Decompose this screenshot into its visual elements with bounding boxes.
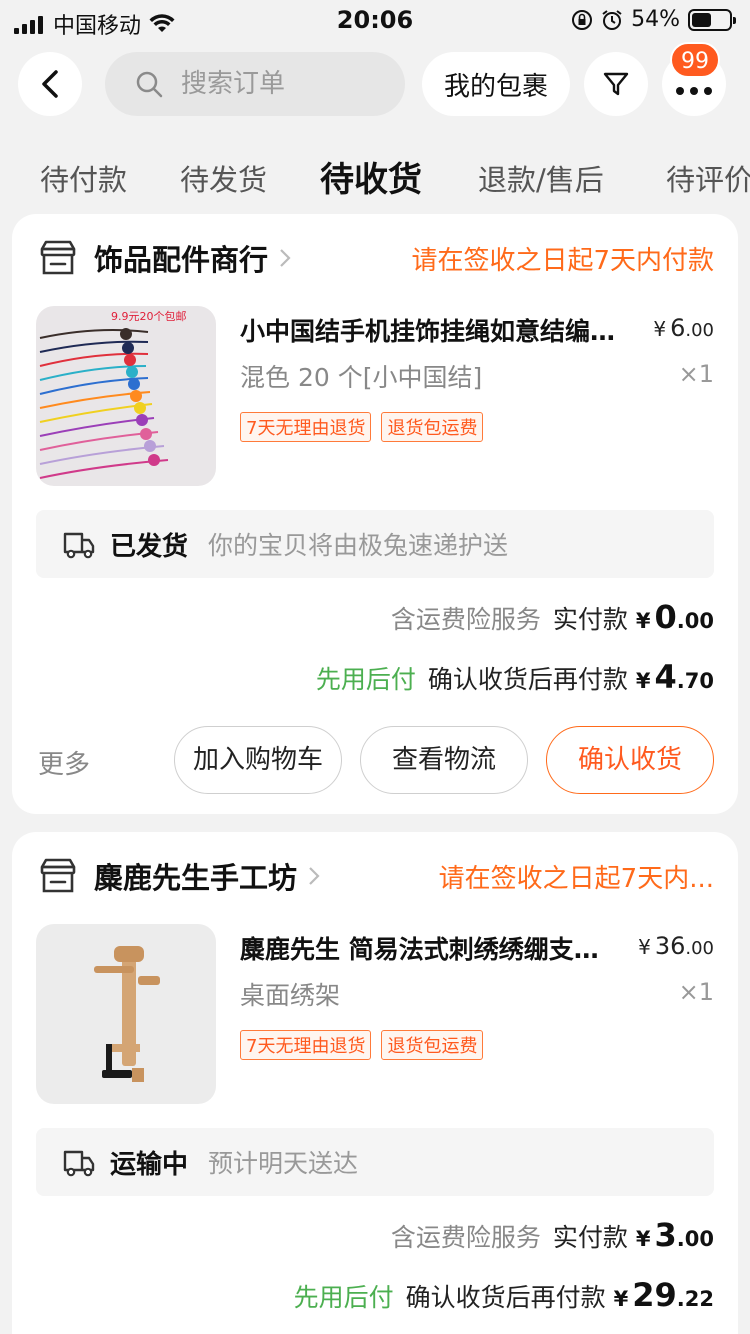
product-thumbnail[interactable] [36, 924, 216, 1104]
notification-badge: 99 [670, 42, 720, 78]
pay-later-line: 先用后付 确认收货后再付款 ¥29.22 [294, 1276, 714, 1314]
service-tags: 7天无理由退货 退货包运费 [240, 412, 484, 442]
tab-pending-review[interactable]: 待评价 [666, 150, 750, 210]
shop-icon [40, 858, 76, 893]
battery-icon [688, 8, 736, 31]
top-bar: 我的包裹 [0, 50, 750, 118]
tag-return-shipping: 退货包运费 [381, 1030, 484, 1060]
order-card: 麋鹿先生手工坊 请在签收之日起7天内... 麋鹿先生 简易法式刺绣绣绷支架桌面款… [12, 832, 738, 1334]
search-icon [136, 71, 163, 98]
product-spec: 混色 20 个[小中国结] [240, 363, 483, 392]
shipping-description: 你的宝贝将由极兔速递护送 [208, 531, 509, 560]
order-card: 饰品配件商行 请在签收之日起7天内付款 9.9元20个包邮 小中国结手机挂饰挂绳… [12, 214, 738, 814]
pay-later-label: 先用后付 [293, 1283, 394, 1312]
pay-later-description: 确认收货后再付款 [427, 665, 628, 694]
pay-later-line: 先用后付 确认收货后再付款 ¥4.70 [316, 658, 714, 696]
tab-refund-aftersale[interactable]: 退款/售后 [478, 150, 604, 210]
shop-name: 饰品配件商行 [94, 243, 269, 277]
confirm-receipt-button[interactable]: 确认收货 [546, 726, 714, 794]
order-tabs: 待付款 待发货 待收货 退款/售后 待评价 [0, 150, 750, 210]
thumbnail-caption: 9.9元20个包邮 [111, 310, 187, 323]
chevron-left-icon [42, 70, 58, 98]
shop-name: 麋鹿先生手工坊 [94, 861, 298, 895]
tab-pending-payment[interactable]: 待付款 [40, 150, 127, 210]
shipping-status-box[interactable]: 已发货 你的宝贝将由极兔速递护送 [36, 510, 714, 578]
truck-icon [63, 532, 95, 559]
chevron-right-icon [309, 867, 320, 885]
pay-later-description: 确认收货后再付款 [405, 1283, 606, 1312]
tag-return-shipping: 退货包运费 [381, 412, 484, 442]
product-price: ¥6.00 [653, 314, 714, 342]
my-packages-button[interactable]: 我的包裹 [422, 52, 570, 116]
shipping-status-box[interactable]: 运输中 预计明天送达 [36, 1128, 714, 1196]
shop-header[interactable]: 饰品配件商行 请在签收之日起7天内付款 [38, 238, 714, 278]
more-dots-icon [676, 87, 712, 95]
truck-icon [63, 1150, 95, 1177]
more-link[interactable]: 更多 [38, 744, 90, 781]
shipping-description: 预计明天送达 [208, 1149, 359, 1178]
battery-percent: 54% [631, 7, 680, 32]
shop-icon [40, 240, 76, 275]
back-button[interactable] [18, 52, 82, 116]
filter-button[interactable] [584, 52, 648, 116]
product-quantity: ×1 [678, 360, 714, 388]
shipping-status: 已发货 [110, 531, 189, 562]
add-to-cart-button[interactable]: 加入购物车 [174, 726, 342, 794]
pay-later-amount: ¥4.70 [635, 658, 714, 696]
product-price: ¥36.00 [638, 932, 714, 960]
service-tags: 7天无理由退货 退货包运费 [240, 1030, 484, 1060]
insurance-label: 含运费险服务 [390, 1223, 541, 1252]
paid-amount-line: 含运费险服务 实付款 ¥0.00 [391, 598, 714, 636]
search-bar[interactable] [105, 52, 405, 116]
pay-later-label: 先用后付 [315, 665, 416, 694]
view-logistics-button[interactable]: 查看物流 [360, 726, 528, 794]
product-spec: 桌面绣架 [240, 981, 341, 1010]
product-thumbnail[interactable]: 9.9元20个包邮 [36, 306, 216, 486]
paid-amount: ¥0.00 [635, 598, 714, 636]
tag-7day-return: 7天无理由退货 [240, 412, 372, 442]
payment-notice: 请在签收之日起7天内... [438, 863, 714, 894]
tab-pending-shipment[interactable]: 待发货 [180, 150, 267, 210]
shipping-status: 运输中 [110, 1149, 189, 1180]
filter-icon [603, 72, 629, 96]
insurance-label: 含运费险服务 [390, 605, 541, 634]
paid-amount: ¥3.00 [635, 1216, 714, 1254]
paid-amount-line: 含运费险服务 实付款 ¥3.00 [391, 1216, 714, 1254]
pay-later-amount: ¥29.22 [613, 1276, 714, 1314]
tab-pending-receipt[interactable]: 待收货 [320, 150, 422, 210]
rotation-lock-icon [572, 9, 593, 30]
search-input[interactable] [181, 69, 381, 99]
alarm-icon [602, 9, 622, 30]
paid-label: 实付款 [552, 605, 628, 634]
product-quantity: ×1 [678, 978, 714, 1006]
payment-notice: 请在签收之日起7天内付款 [411, 245, 714, 276]
order-actions: 更多 加入购物车 查看物流 确认收货 [36, 726, 714, 794]
chevron-right-icon [280, 249, 291, 267]
product-title[interactable]: 小中国结手机挂饰挂绳如意结编织绳 [240, 312, 620, 348]
paid-label: 实付款 [552, 1223, 628, 1252]
status-bar: 中国移动 20:06 54% [0, 0, 750, 40]
tag-7day-return: 7天无理由退货 [240, 1030, 372, 1060]
shop-header[interactable]: 麋鹿先生手工坊 请在签收之日起7天内... [38, 856, 714, 896]
product-title[interactable]: 麋鹿先生 简易法式刺绣绣绷支架桌面款 [240, 930, 620, 966]
